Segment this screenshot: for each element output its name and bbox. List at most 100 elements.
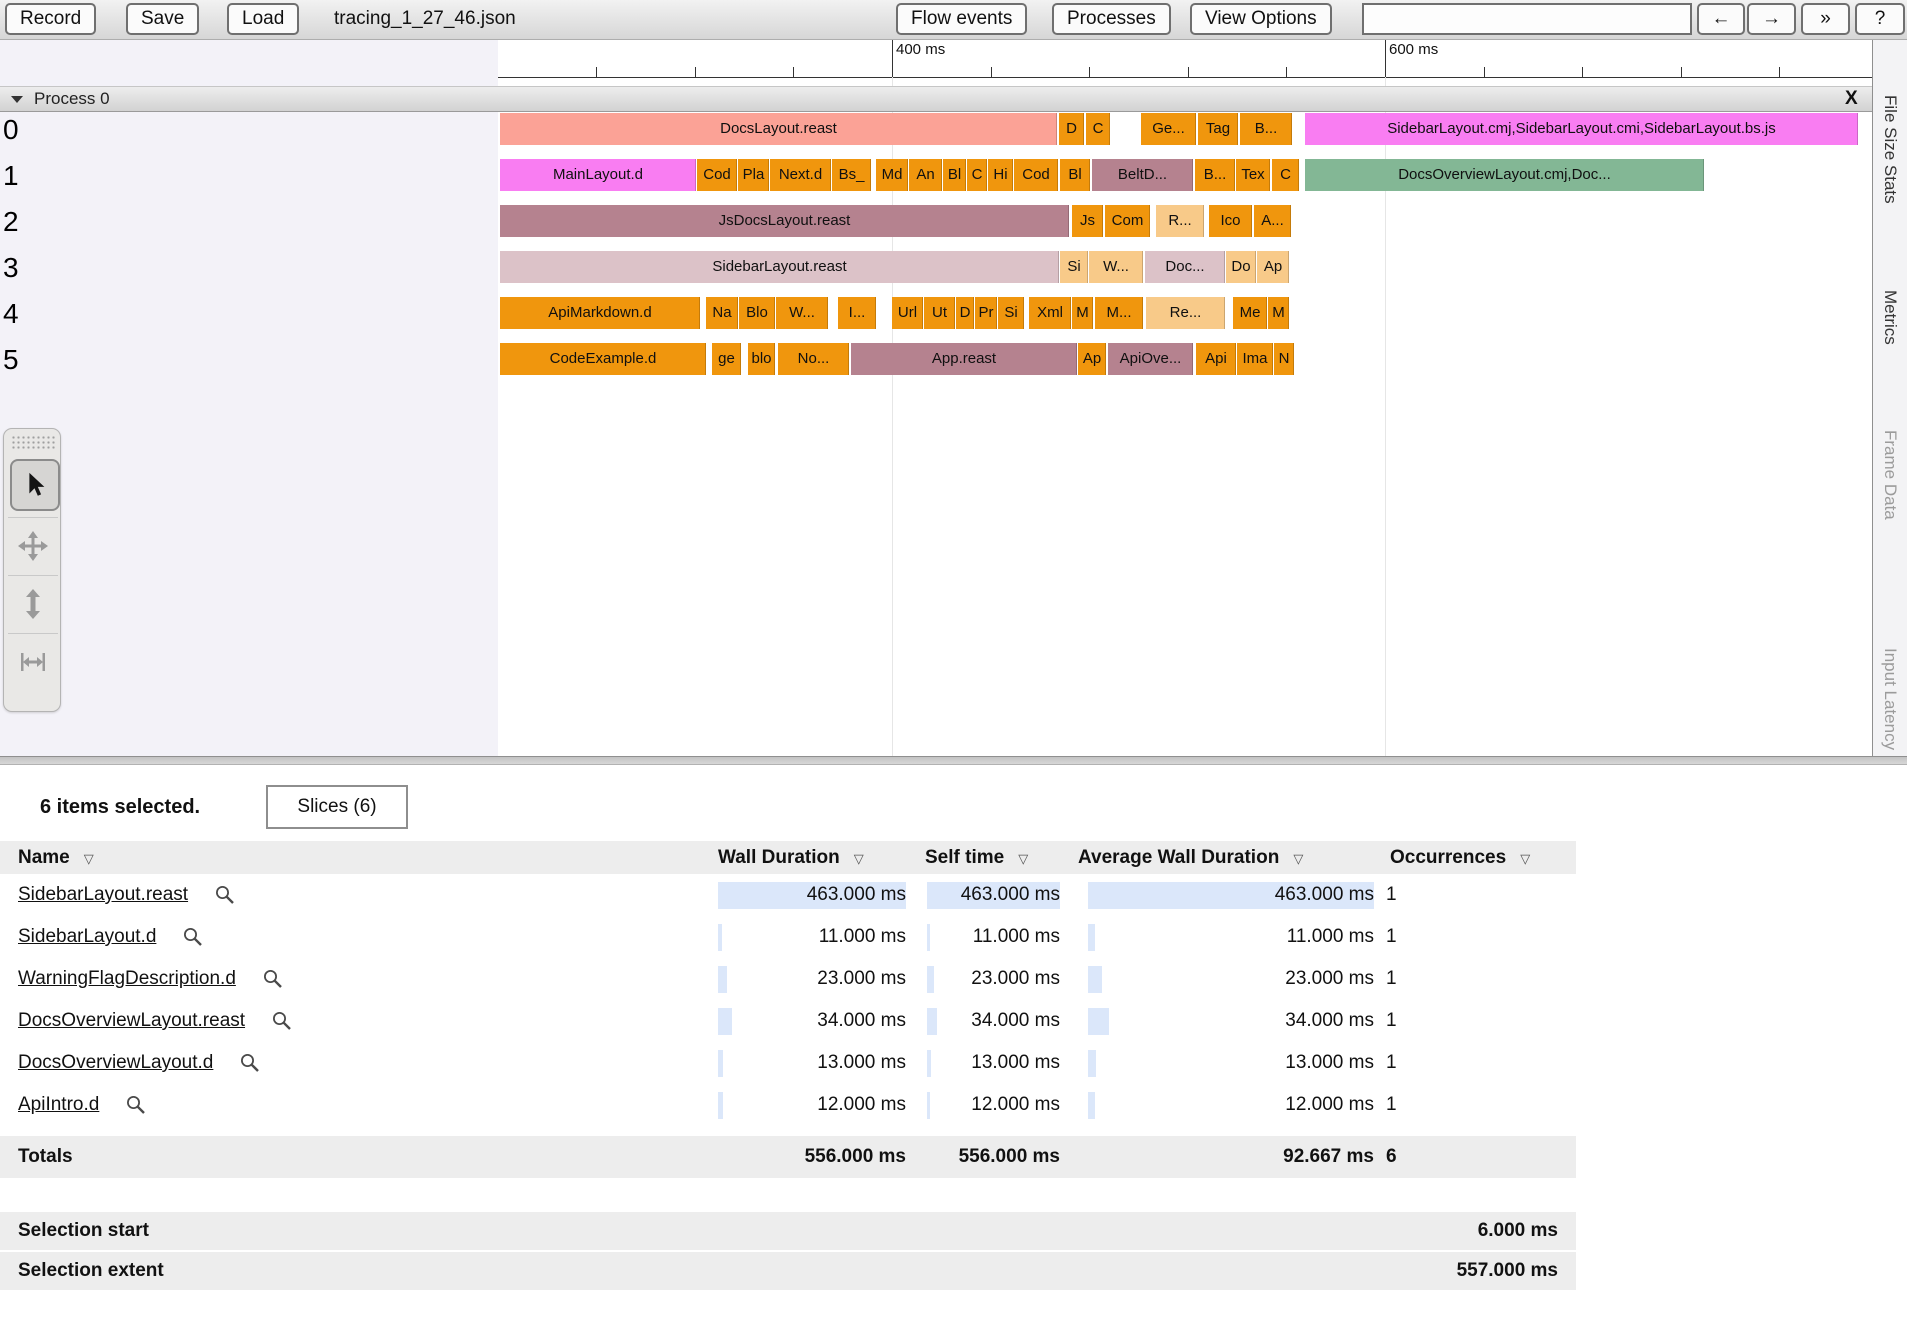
trace-slice[interactable]: Ge... bbox=[1141, 113, 1196, 145]
pan-tool-button[interactable] bbox=[8, 517, 58, 574]
trace-slice[interactable]: Com bbox=[1105, 205, 1150, 237]
trace-slice[interactable]: Ima bbox=[1237, 343, 1273, 375]
trace-slice[interactable]: Next.d bbox=[770, 159, 831, 191]
trace-slice[interactable]: M... bbox=[1095, 297, 1143, 329]
trace-slice[interactable]: Url bbox=[892, 297, 923, 329]
trace-slice[interactable]: Cod bbox=[1014, 159, 1058, 191]
trace-slice[interactable]: Ut bbox=[924, 297, 955, 329]
trace-slice[interactable]: App.reast bbox=[851, 343, 1077, 375]
processes-button[interactable]: Processes bbox=[1052, 3, 1171, 35]
trace-slice[interactable]: B... bbox=[1240, 113, 1292, 145]
trace-slice[interactable]: Bl bbox=[943, 159, 966, 191]
magnifier-icon[interactable] bbox=[239, 1052, 261, 1074]
trace-slice[interactable]: Do bbox=[1226, 251, 1256, 283]
trace-slice[interactable]: Si bbox=[998, 297, 1024, 329]
trace-slice[interactable]: W... bbox=[1089, 251, 1143, 283]
trace-slice[interactable]: N bbox=[1274, 343, 1294, 375]
magnifier-icon[interactable] bbox=[271, 1010, 293, 1032]
trace-slice[interactable]: DocsLayout.reast bbox=[500, 113, 1057, 145]
trace-slice[interactable]: Na bbox=[706, 297, 738, 329]
trace-slice[interactable]: Doc... bbox=[1145, 251, 1225, 283]
palette-drag-handle[interactable] bbox=[11, 435, 55, 451]
column-header-self-time[interactable]: Self time▽ bbox=[925, 841, 1028, 874]
save-button[interactable]: Save bbox=[126, 3, 199, 35]
magnifier-icon[interactable] bbox=[262, 968, 284, 990]
selection-tool-button[interactable] bbox=[10, 459, 60, 511]
trace-slice[interactable]: Api bbox=[1196, 343, 1236, 375]
trace-slice[interactable]: I... bbox=[838, 297, 876, 329]
panel-splitter[interactable] bbox=[0, 756, 1907, 765]
trace-slice[interactable]: ApiOve... bbox=[1108, 343, 1193, 375]
trace-slice[interactable]: Pla bbox=[738, 159, 769, 191]
trace-slice[interactable]: Ico bbox=[1209, 205, 1252, 237]
trace-slice[interactable]: Ap bbox=[1078, 343, 1106, 375]
trace-slice[interactable]: MainLayout.d bbox=[500, 159, 696, 191]
trace-slice[interactable]: An bbox=[909, 159, 942, 191]
vertical-zoom-tool-button[interactable] bbox=[8, 575, 58, 632]
trace-slice[interactable]: Tex bbox=[1236, 159, 1270, 191]
trace-slice[interactable]: ge bbox=[712, 343, 741, 375]
trace-slice[interactable]: BeltD... bbox=[1092, 159, 1193, 191]
trace-slice[interactable]: C bbox=[1272, 159, 1299, 191]
trace-slice[interactable]: B... bbox=[1195, 159, 1235, 191]
trace-slice[interactable]: Bs_ bbox=[832, 159, 871, 191]
trace-slice[interactable]: Pr bbox=[975, 297, 997, 329]
trace-slice[interactable]: C bbox=[1086, 113, 1110, 145]
trace-slice[interactable]: W... bbox=[776, 297, 828, 329]
close-process-button[interactable]: X bbox=[1845, 88, 1858, 110]
trace-slice[interactable]: blo bbox=[748, 343, 775, 375]
slice-name-link[interactable]: WarningFlagDescription.d bbox=[18, 958, 236, 1000]
sort-triangle-icon[interactable]: ▽ bbox=[1520, 851, 1530, 866]
sort-triangle-icon[interactable]: ▽ bbox=[84, 851, 94, 866]
trace-slice[interactable]: Xml bbox=[1029, 297, 1071, 329]
record-button[interactable]: Record bbox=[5, 3, 96, 35]
timing-tool-button[interactable] bbox=[8, 633, 58, 690]
trace-slice[interactable]: Ap bbox=[1257, 251, 1289, 283]
trace-slice[interactable]: SidebarLayout.cmj,SidebarLayout.cmi,Side… bbox=[1305, 113, 1858, 145]
view-options-button[interactable]: View Options bbox=[1190, 3, 1332, 35]
column-header-occurrences[interactable]: Occurrences▽ bbox=[1390, 841, 1530, 874]
trace-slice[interactable]: C bbox=[967, 159, 987, 191]
trace-slice[interactable]: DocsOverviewLayout.cmj,Doc... bbox=[1305, 159, 1704, 191]
trace-slice[interactable]: Si bbox=[1060, 251, 1088, 283]
slice-name-link[interactable]: DocsOverviewLayout.reast bbox=[18, 1000, 245, 1042]
trace-slice[interactable]: SidebarLayout.reast bbox=[500, 251, 1059, 283]
tab-slices[interactable]: Slices (6) bbox=[266, 785, 408, 829]
collapse-caret-icon[interactable] bbox=[11, 96, 23, 103]
find-next-button[interactable]: → bbox=[1747, 3, 1796, 35]
trace-slice[interactable]: Md bbox=[876, 159, 908, 191]
trace-slice[interactable]: Js bbox=[1072, 205, 1103, 237]
sort-triangle-icon[interactable]: ▽ bbox=[1293, 851, 1303, 866]
sidebar-view-file-size-stats[interactable]: File Size Stats bbox=[1880, 95, 1900, 204]
slice-name-link[interactable]: SidebarLayout.reast bbox=[18, 874, 188, 916]
sort-triangle-icon[interactable]: ▽ bbox=[854, 851, 864, 866]
trace-slice[interactable]: R... bbox=[1156, 205, 1204, 237]
trace-slice[interactable]: D bbox=[1059, 113, 1084, 145]
magnifier-icon[interactable] bbox=[214, 884, 236, 906]
column-header-wall-duration[interactable]: Wall Duration▽ bbox=[718, 841, 864, 874]
flow-events-button[interactable]: Flow events bbox=[896, 3, 1027, 35]
column-header-name[interactable]: Name▽ bbox=[18, 841, 94, 874]
magnifier-icon[interactable] bbox=[125, 1094, 147, 1116]
trace-slice[interactable]: Hi bbox=[988, 159, 1013, 191]
column-header-average-wall-duration[interactable]: Average Wall Duration▽ bbox=[1078, 841, 1303, 874]
trace-slice[interactable]: Tag bbox=[1198, 113, 1238, 145]
trace-slice[interactable]: Cod bbox=[697, 159, 737, 191]
trace-slice[interactable]: Re... bbox=[1146, 297, 1225, 329]
magnifier-icon[interactable] bbox=[182, 926, 204, 948]
trace-slice[interactable]: JsDocsLayout.reast bbox=[500, 205, 1069, 237]
trace-slice[interactable]: A... bbox=[1254, 205, 1291, 237]
trace-slice[interactable]: M bbox=[1072, 297, 1093, 329]
slice-name-link[interactable]: ApiIntro.d bbox=[18, 1084, 99, 1126]
trace-slice[interactable]: Bl bbox=[1060, 159, 1090, 191]
trace-slice[interactable]: D bbox=[956, 297, 974, 329]
trace-slice[interactable]: No... bbox=[778, 343, 849, 375]
trace-slice[interactable]: CodeExample.d bbox=[500, 343, 706, 375]
slice-name-link[interactable]: SidebarLayout.d bbox=[18, 916, 156, 958]
slice-name-link[interactable]: DocsOverviewLayout.d bbox=[18, 1042, 213, 1084]
load-button[interactable]: Load bbox=[227, 3, 299, 35]
trace-slice[interactable]: ApiMarkdown.d bbox=[500, 297, 700, 329]
trace-slice[interactable]: M bbox=[1268, 297, 1289, 329]
find-previous-button[interactable]: ← bbox=[1697, 3, 1745, 35]
sort-triangle-icon[interactable]: ▽ bbox=[1018, 851, 1028, 866]
